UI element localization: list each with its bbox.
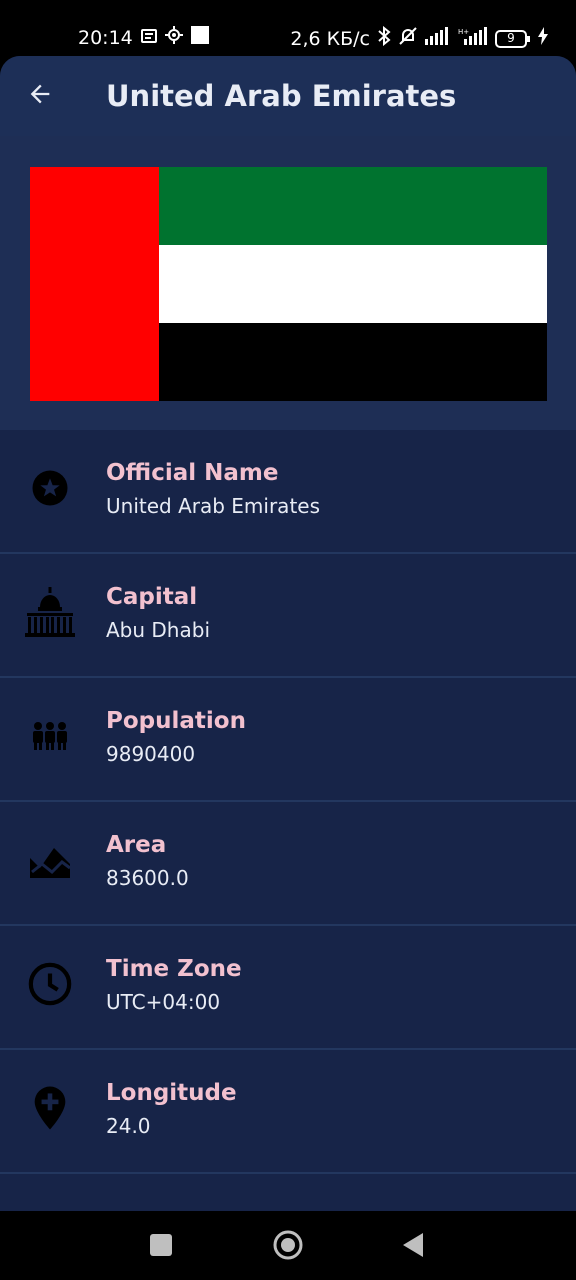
system-nav-bar <box>0 1211 576 1280</box>
list-item-area[interactable]: Area 83600.0 <box>0 802 576 926</box>
list-item-official-name[interactable]: Official Name United Arab Emirates <box>0 430 576 554</box>
page-title: United Arab Emirates <box>106 79 457 113</box>
flag-black-band <box>159 323 547 401</box>
people-icon <box>22 708 78 764</box>
detail-label: Capital <box>106 584 198 610</box>
recents-button[interactable] <box>143 1229 179 1265</box>
list-item-time-zone[interactable]: Time Zone UTC+04:00 <box>0 926 576 1050</box>
mute-bell-icon <box>398 26 418 51</box>
clock-icon <box>22 956 78 1012</box>
detail-label: Population <box>106 708 246 734</box>
back-nav-button[interactable] <box>395 1229 431 1265</box>
detail-value: 83600.0 <box>106 866 189 890</box>
list-item-longitude[interactable]: Longitude 24.0 <box>0 1050 576 1174</box>
detail-value: Abu Dhabi <box>106 618 210 642</box>
settings-gear-icon <box>164 26 183 49</box>
detail-label: Time Zone <box>106 956 242 982</box>
circle-home-icon <box>273 1230 303 1264</box>
svg-text:H+: H+ <box>458 28 469 36</box>
list-item-population[interactable]: Population 9890400 <box>0 678 576 802</box>
list-item-capital[interactable]: Capital Abu Dhabi <box>0 554 576 678</box>
network-speed: 2,6 КБ/с <box>290 27 370 50</box>
signal-icon <box>425 27 451 50</box>
square-recents-icon <box>150 1234 172 1260</box>
battery-level: 9 <box>507 30 515 45</box>
detail-label: Area <box>106 832 167 858</box>
status-time: 20:14 <box>78 26 133 49</box>
flag-section <box>0 136 576 430</box>
capitol-building-icon <box>22 584 78 640</box>
flag-red-band <box>30 167 159 401</box>
country-flag <box>30 167 547 401</box>
arrow-back-icon <box>26 80 54 112</box>
detail-value: UTC+04:00 <box>106 990 221 1014</box>
details-list: Official Name United Arab Emirates Capit… <box>0 430 576 1174</box>
back-button[interactable] <box>20 76 60 116</box>
notification-icon <box>140 27 157 49</box>
triangle-back-icon <box>401 1232 425 1262</box>
battery-icon: 9 <box>495 29 531 48</box>
charging-icon <box>538 27 548 50</box>
home-button[interactable] <box>270 1229 306 1265</box>
detail-label: Longitude <box>106 1080 237 1106</box>
terrain-icon <box>22 832 78 888</box>
signal-2-icon: H+ <box>458 27 488 50</box>
detail-label: Official Name <box>106 460 279 486</box>
bluetooth-icon <box>377 25 391 51</box>
star-badge-icon <box>22 460 78 516</box>
flag-green-band <box>159 167 547 245</box>
detail-value: United Arab Emirates <box>106 494 321 518</box>
location-pin-icon <box>22 1080 78 1136</box>
app-bar: United Arab Emirates <box>0 56 576 136</box>
detail-value: 9890400 <box>106 742 196 766</box>
square-icon <box>190 26 209 49</box>
detail-value: 24.0 <box>106 1114 151 1138</box>
app-window: United Arab Emirates Official Name Unite… <box>0 56 576 1211</box>
flag-white-band <box>159 245 547 323</box>
